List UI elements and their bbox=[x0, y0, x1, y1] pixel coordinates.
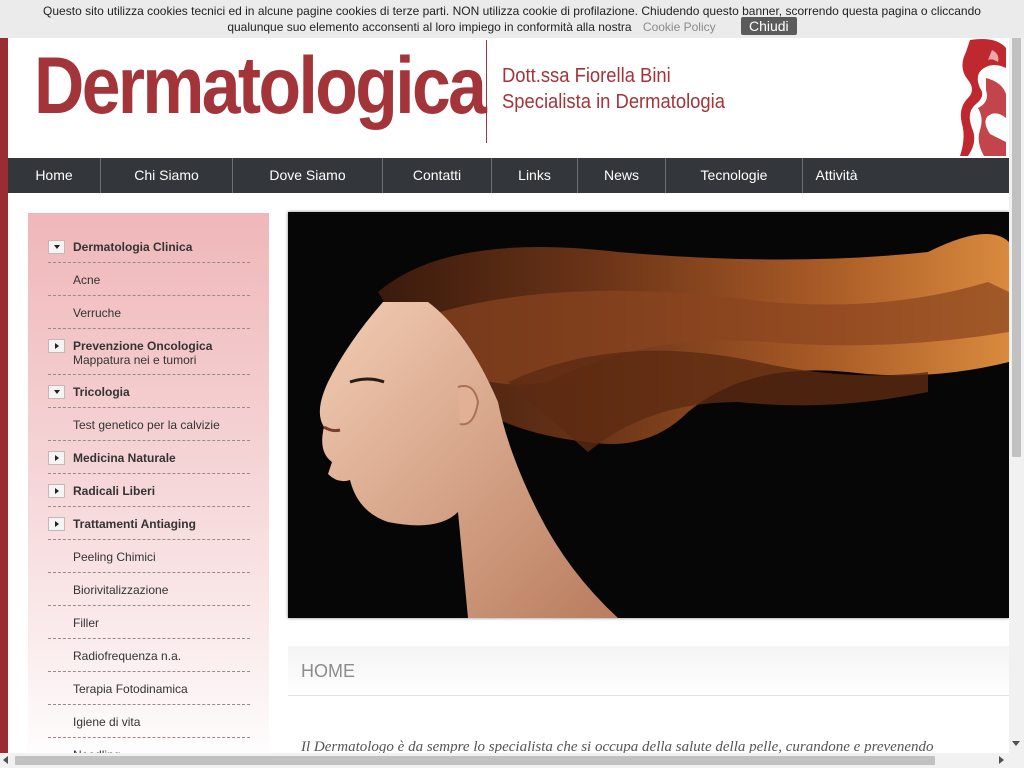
nav-item-chi-siamo[interactable]: Chi Siamo bbox=[101, 158, 233, 193]
sidebar-item-label: Igiene di vita bbox=[73, 715, 141, 729]
nav-item-attivita[interactable]: Attività bbox=[803, 158, 870, 193]
scroll-right-icon[interactable] bbox=[999, 756, 1004, 764]
hero-image bbox=[288, 212, 1009, 618]
triangle-right-icon bbox=[54, 343, 59, 349]
expand-right-icon[interactable] bbox=[48, 517, 65, 531]
expand-right-icon[interactable] bbox=[48, 339, 65, 353]
sidebar-item-label: Acne bbox=[73, 273, 101, 287]
nav-item-contatti[interactable]: Contatti bbox=[383, 158, 492, 193]
nav-item-home[interactable]: Home bbox=[8, 158, 101, 193]
horizontal-scroll-thumb[interactable] bbox=[15, 756, 935, 765]
cookie-text-line1: Questo sito utilizza cookies tecnici ed … bbox=[43, 4, 981, 18]
sidebar-item[interactable]: Radicali Liberi bbox=[48, 474, 250, 507]
expand-down-icon[interactable] bbox=[48, 240, 65, 254]
cookie-banner: Questo sito utilizza cookies tecnici ed … bbox=[0, 0, 1024, 38]
sidebar-item-label: Prevenzione Oncologica bbox=[73, 339, 213, 353]
expand-down-icon[interactable] bbox=[48, 385, 65, 399]
nav-item-tecnologie[interactable]: Tecnologie bbox=[666, 158, 803, 193]
sidebar-item[interactable]: Medicina Naturale bbox=[48, 441, 250, 474]
decorative-figure-icon bbox=[960, 39, 1006, 156]
scroll-left-icon[interactable] bbox=[3, 756, 8, 764]
sidebar-item-label: Tricologia bbox=[73, 385, 130, 399]
sidebar-item-label: Biorivitalizzazione bbox=[73, 583, 169, 597]
nav-item-dove-siamo[interactable]: Dove Siamo bbox=[233, 158, 383, 193]
sidebar-item-label: Trattamenti Antiaging bbox=[73, 517, 196, 531]
doctor-name: Dott.ssa Fiorella Bini bbox=[502, 65, 671, 87]
sidebar-item-label: Test genetico per la calvizie bbox=[73, 418, 220, 432]
sidebar-item-label: Medicina Naturale bbox=[73, 451, 176, 465]
sidebar-item[interactable]: Radiofrequenza n.a. bbox=[48, 639, 250, 672]
triangle-right-icon bbox=[54, 488, 59, 494]
sidebar-item-label: Verruche bbox=[73, 306, 122, 320]
vertical-scroll-thumb[interactable] bbox=[1012, 14, 1021, 457]
sidebar-item-label: Peeling Chimici bbox=[73, 550, 156, 564]
sidebar-item[interactable]: Biorivitalizzazione bbox=[48, 573, 250, 606]
sidebar-item[interactable]: Test genetico per la calvizie bbox=[48, 408, 250, 441]
sidebar-item-label: Dermatologia Clinica bbox=[73, 240, 193, 254]
sidebar-item[interactable]: Acne bbox=[48, 263, 250, 296]
sidebar-item[interactable]: Igiene di vita bbox=[48, 705, 250, 738]
header-divider bbox=[486, 40, 487, 143]
doctor-specialty: Specialista in Dermatologia bbox=[502, 91, 725, 113]
cookie-text-line2: qualunque suo elemento acconsenti al lor… bbox=[227, 20, 632, 35]
sidebar: Dermatologia Clinica Acne Verruche Prevenzi… bbox=[28, 213, 269, 768]
sidebar-item-sublabel: Mappatura nei e tumori bbox=[73, 353, 197, 367]
site-header: Dermatologica Dott.ssa Fiorella Bini Spe… bbox=[8, 38, 1009, 158]
cookie-close-button[interactable]: Chiudi bbox=[740, 17, 797, 35]
triangle-right-icon bbox=[54, 521, 59, 527]
scroll-down-icon[interactable] bbox=[1012, 741, 1020, 746]
sidebar-item[interactable]: Filler bbox=[48, 606, 250, 639]
expand-right-icon[interactable] bbox=[48, 451, 65, 465]
nav-item-news[interactable]: News bbox=[578, 158, 666, 193]
site-logo[interactable]: Dermatologica bbox=[34, 38, 487, 134]
sidebar-item[interactable]: Peeling Chimici bbox=[48, 540, 250, 573]
hero-woman-hair-illustration bbox=[288, 212, 1009, 618]
triangle-right-icon bbox=[54, 455, 59, 461]
sidebar-item[interactable]: Trattamenti Antiaging bbox=[48, 507, 250, 540]
sidebar-item-label: Radiofrequenza n.a. bbox=[73, 649, 182, 663]
sidebar-item-label: Filler bbox=[73, 616, 99, 630]
vertical-scrollbar[interactable] bbox=[1009, 0, 1024, 753]
sidebar-item[interactable]: Tricologia bbox=[48, 375, 250, 408]
section-title: HOME bbox=[301, 661, 355, 681]
triangle-down-icon bbox=[53, 245, 60, 249]
sidebar-item[interactable]: Prevenzione Oncologica Mappatura nei e tu… bbox=[48, 329, 250, 375]
expand-right-icon[interactable] bbox=[48, 484, 65, 498]
cookie-policy-link[interactable]: Cookie Policy bbox=[643, 20, 716, 34]
sidebar-item[interactable]: Dermatologia Clinica bbox=[48, 230, 250, 263]
nav-item-links[interactable]: Links bbox=[492, 158, 578, 193]
sidebar-item-label: Terapia Fotodinamica bbox=[73, 682, 188, 696]
horizontal-scrollbar[interactable] bbox=[0, 753, 1024, 768]
sidebar-item[interactable]: Terapia Fotodinamica bbox=[48, 672, 250, 705]
main-nav: Home Chi Siamo Dove Siamo Contatti Links… bbox=[8, 158, 1009, 193]
triangle-down-icon bbox=[53, 390, 60, 394]
sidebar-menu: Dermatologia Clinica Acne Verruche Prevenzi… bbox=[48, 230, 250, 768]
section-header: HOME bbox=[288, 646, 1009, 696]
sidebar-item[interactable]: Verruche bbox=[48, 296, 250, 329]
left-accent-strip bbox=[0, 0, 8, 768]
sidebar-item-label: Radicali Liberi bbox=[73, 484, 156, 498]
